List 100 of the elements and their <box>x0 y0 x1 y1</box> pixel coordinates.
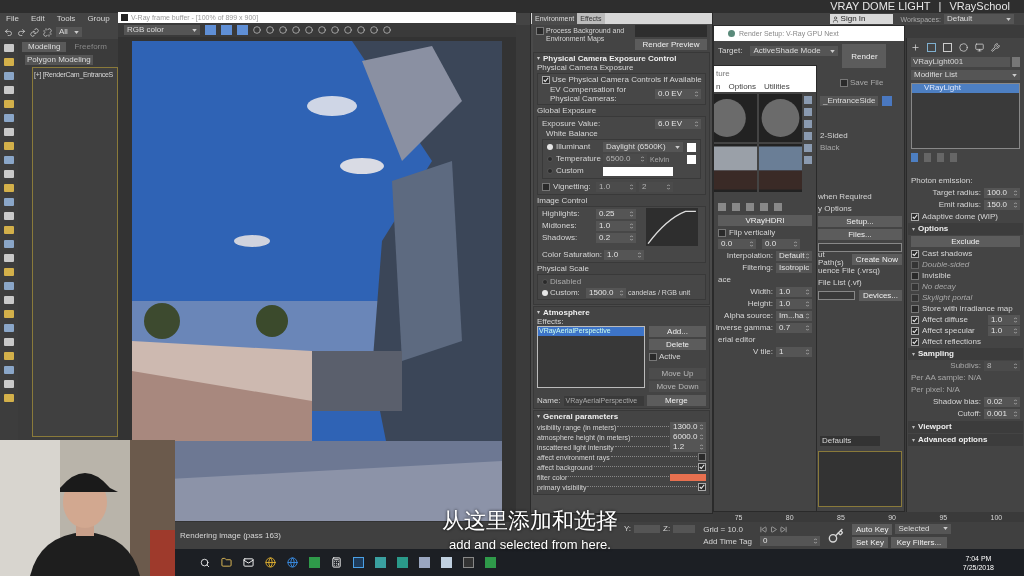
previous-frame-icon[interactable] <box>759 525 767 533</box>
color-swatch[interactable] <box>687 154 696 164</box>
spinner-field[interactable]: 0.0 <box>718 239 756 249</box>
button[interactable]: Create Now <box>851 253 902 265</box>
button[interactable]: Exclude <box>911 236 1020 247</box>
menu-item[interactable]: Utilities <box>764 82 790 91</box>
key-icon[interactable] <box>827 527 844 544</box>
checkbox[interactable] <box>911 337 919 346</box>
modifier-list-dropdown[interactable]: Modifier List <box>911 70 1020 80</box>
collapse-icon[interactable] <box>537 57 540 60</box>
spinner-field[interactable]: 1.0 <box>776 287 812 297</box>
checkbox[interactable] <box>911 326 919 335</box>
next-frame-icon[interactable] <box>779 525 787 533</box>
spinner-field[interactable]: 0.0 EV <box>655 89 701 99</box>
menu-item[interactable]: Tools <box>56 15 76 23</box>
radio-button[interactable] <box>547 156 553 162</box>
spinner-field[interactable]: 6000.0 <box>670 432 706 442</box>
spinner-field[interactable]: 2 <box>639 182 673 192</box>
link-icon[interactable] <box>30 27 39 37</box>
material-slot[interactable] <box>759 144 802 192</box>
unlink-icon[interactable] <box>43 27 52 37</box>
material-slot[interactable] <box>714 94 757 142</box>
button[interactable]: Devices... <box>858 290 902 301</box>
spinner-field[interactable]: 100.0 <box>984 188 1020 198</box>
utilities-icon[interactable] <box>991 42 1000 52</box>
ribbon-tab[interactable]: Freeform <box>68 42 113 52</box>
spinner-field[interactable]: 1.0 <box>596 182 636 192</box>
material-slot[interactable] <box>759 94 802 142</box>
checkbox[interactable] <box>698 453 706 461</box>
create-icon[interactable] <box>911 42 920 52</box>
button[interactable]: Key Filters... <box>891 536 947 548</box>
spinner-field[interactable]: Isotropic <box>776 263 812 273</box>
menu-item[interactable]: Options <box>728 82 757 91</box>
color-swatch[interactable] <box>603 166 673 176</box>
workspaces-dropdown[interactable]: Default <box>943 14 1014 24</box>
sign-in-dropdown[interactable]: Sign In <box>829 14 893 24</box>
checkbox[interactable] <box>718 228 726 237</box>
button[interactable]: Set Key <box>851 536 888 548</box>
spinner-field[interactable]: 0.02 <box>984 397 1020 407</box>
checkbox[interactable] <box>542 76 550 84</box>
expand-icon[interactable] <box>912 227 915 231</box>
expand-icon[interactable] <box>912 425 915 429</box>
spinner-field[interactable]: 1 <box>776 347 812 357</box>
color-swatch[interactable] <box>670 473 706 481</box>
menu-item[interactable]: Edit <box>30 15 45 23</box>
menu-item[interactable]: Group <box>87 15 110 23</box>
calculator-icon[interactable] <box>331 557 342 568</box>
channel-dropdown[interactable]: RGB color <box>124 25 200 35</box>
spinner-field[interactable]: 1.0 <box>604 250 645 260</box>
app-icon[interactable] <box>463 557 474 568</box>
spinner-field[interactable]: 150.0 <box>984 200 1020 210</box>
spinner-field[interactable]: 6.0 EV <box>655 119 701 129</box>
button[interactable]: Setup... <box>818 216 902 227</box>
hierarchy-icon[interactable] <box>943 42 952 52</box>
color-swatch[interactable] <box>687 142 696 152</box>
target-dropdown[interactable]: ActiveShade Mode <box>750 46 839 56</box>
checkbox[interactable] <box>911 212 919 221</box>
checkbox[interactable] <box>840 79 848 87</box>
menu-item[interactable]: n <box>716 82 721 91</box>
app-icon[interactable] <box>353 557 364 568</box>
browser-icon[interactable] <box>287 557 298 568</box>
spinner-field[interactable]: 0.7 <box>776 323 812 333</box>
illuminant-dropdown[interactable]: Daylight (6500K) <box>603 142 683 152</box>
spinner-field[interactable]: 0.0 <box>762 239 800 249</box>
spinner-field[interactable]: Im...ha <box>776 311 812 321</box>
radio-button[interactable] <box>547 168 553 174</box>
frame-field[interactable]: 0 <box>759 535 820 546</box>
collapse-icon[interactable] <box>537 415 540 418</box>
expand-icon[interactable] <box>912 352 915 356</box>
material-slot[interactable] <box>714 144 757 192</box>
radio-button[interactable] <box>542 278 548 285</box>
spinner-field[interactable]: 1.0 <box>776 299 812 309</box>
button[interactable]: Add... <box>649 326 706 337</box>
checkbox[interactable] <box>911 304 919 313</box>
checkbox[interactable] <box>536 27 544 35</box>
view-dropdown[interactable]: _EntranceSide <box>820 96 878 106</box>
object-name-field[interactable]: VRayLight001 <box>911 57 1010 67</box>
spinner-field[interactable]: 0.2 <box>596 233 636 243</box>
checkbox[interactable] <box>911 271 919 280</box>
button[interactable]: Render Preview <box>635 39 707 50</box>
button[interactable]: Merge <box>646 395 706 406</box>
spinner-field[interactable]: 1.0 <box>596 221 636 231</box>
button[interactable]: Render <box>842 44 887 68</box>
modify-icon[interactable] <box>927 42 936 52</box>
spinner-field[interactable]: Default <box>776 251 812 261</box>
button[interactable]: Delete <box>649 339 706 350</box>
text-field[interactable] <box>818 242 902 252</box>
spinner-field[interactable]: 1.0 <box>988 314 1020 325</box>
button[interactable]: Files... <box>818 229 902 240</box>
display-icon[interactable] <box>975 42 984 52</box>
checkbox[interactable] <box>911 249 919 258</box>
selection-filter-dropdown[interactable]: All <box>56 27 82 37</box>
button[interactable]: Auto Key <box>851 523 893 535</box>
spinner-field[interactable]: 1500.0 <box>586 287 626 298</box>
expand-icon[interactable] <box>912 438 915 442</box>
ribbon-tab[interactable]: Modeling <box>22 42 67 52</box>
browser-icon[interactable] <box>265 557 276 568</box>
search-icon[interactable] <box>200 557 210 568</box>
spinner-field[interactable]: 1.2 <box>670 442 706 452</box>
spinner-field[interactable]: 6500.0 <box>603 154 647 164</box>
